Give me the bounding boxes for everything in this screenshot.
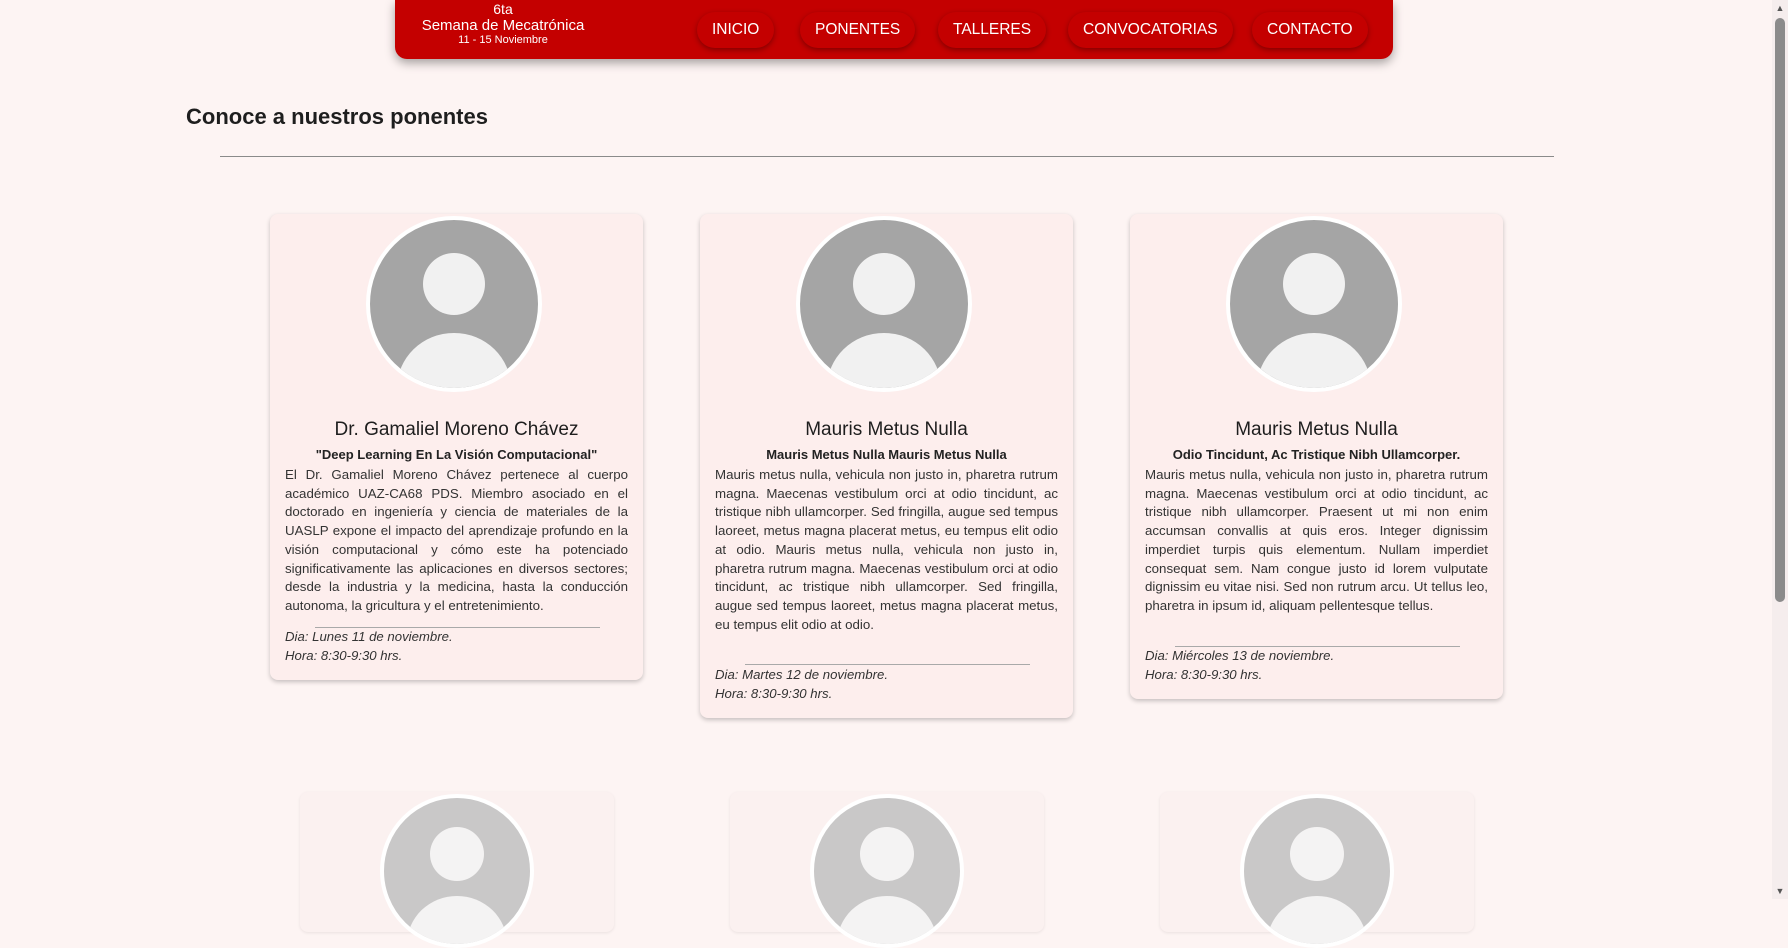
speaker-name: Mauris Metus Nulla (1235, 419, 1398, 440)
scrollbar[interactable]: ▲ ▼ (1772, 0, 1788, 899)
talk-day: Dia: Miércoles 13 de noviembre. (1145, 648, 1335, 663)
nav-ponentes[interactable]: PONENTES (800, 12, 916, 48)
user-placeholder-icon (380, 794, 534, 948)
card-divider (1175, 646, 1460, 647)
talk-title: Mauris Metus Nulla Mauris Metus Nulla (766, 447, 1007, 462)
speaker-card-faded (300, 792, 614, 948)
navbar: 6ta Semana de Mecatrónica 11 - 15 Noviem… (395, 0, 1393, 59)
speaker-card-faded (1160, 792, 1474, 948)
nav-contacto[interactable]: CONTACTO (1252, 12, 1368, 48)
scroll-up-icon[interactable]: ▲ (1775, 3, 1785, 13)
card-divider (745, 664, 1030, 665)
talk-time: Hora: 8:30-9:30 hrs. (715, 686, 833, 701)
brand-edition: 6ta (493, 1, 513, 17)
speaker-bio: Mauris metus nulla, vehicula non justo i… (1145, 467, 1488, 613)
nav-inicio[interactable]: INICIO (697, 12, 775, 48)
nav-talleres[interactable]: TALLERES (938, 12, 1047, 48)
speaker-card: Mauris Metus Nulla Mauris Metus Nulla Ma… (700, 214, 1073, 718)
user-placeholder-icon (366, 216, 542, 392)
nav-convocatorias[interactable]: CONVOCATORIAS (1068, 12, 1233, 48)
talk-day: Dia: Lunes 11 de noviembre. (285, 629, 453, 644)
brand-logo[interactable]: 6ta Semana de Mecatrónica 11 - 15 Noviem… (413, 0, 593, 46)
user-placeholder-icon (1226, 216, 1402, 392)
speaker-bio: Mauris metus nulla, vehicula non justo i… (715, 467, 1058, 632)
page-title: Conoce a nuestros ponentes (186, 104, 488, 129)
speaker-bio: El Dr. Gamaliel Moreno Chávez pertenece … (285, 467, 628, 613)
user-placeholder-icon (796, 216, 972, 392)
brand-dates: 11 - 15 Noviembre (458, 34, 548, 46)
talk-title: Odio Tincidunt, Ac Tristique Nibh Ullamc… (1172, 447, 1461, 462)
speaker-card: Dr. Gamaliel Moreno Chávez "Deep Learnin… (270, 214, 643, 680)
speaker-card-faded (730, 792, 1044, 948)
card-divider (315, 627, 600, 628)
brand-event-name: Semana de Mecatrónica (421, 17, 585, 34)
talk-time: Hora: 8:30-9:30 hrs. (1145, 667, 1263, 682)
user-placeholder-icon (810, 794, 964, 948)
talk-title: "Deep Learning En La Visión Computaciona… (315, 447, 598, 462)
scrollbar-thumb[interactable] (1775, 18, 1785, 602)
speaker-card: Mauris Metus Nulla Odio Tincidunt, Ac Tr… (1130, 214, 1503, 699)
speaker-name: Mauris Metus Nulla (805, 419, 968, 440)
scroll-down-icon[interactable]: ▼ (1775, 886, 1785, 896)
talk-day: Dia: Martes 12 de noviembre. (715, 667, 888, 682)
speaker-name: Dr. Gamaliel Moreno Chávez (334, 419, 579, 440)
talk-time: Hora: 8:30-9:30 hrs. (285, 648, 403, 663)
title-divider (220, 156, 1554, 157)
user-placeholder-icon (1240, 794, 1394, 948)
